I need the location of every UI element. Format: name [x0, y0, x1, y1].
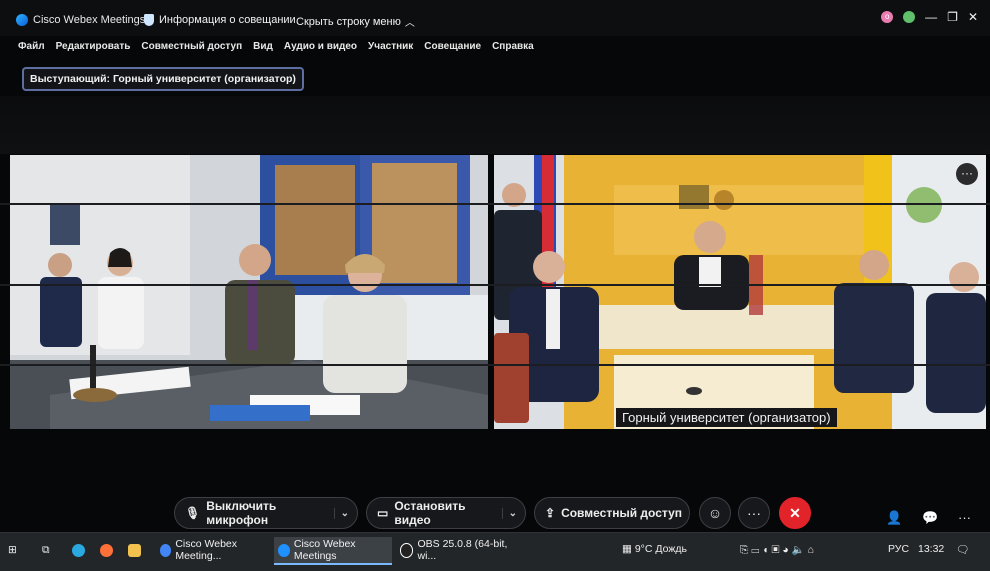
taskbar-item-chrome[interactable]: Cisco Webex Meeting... — [156, 537, 272, 563]
weather-icon: ▦ — [622, 543, 635, 555]
obs-icon — [400, 542, 414, 558]
video-label: Остановить видео — [394, 499, 466, 527]
chevron-down-icon[interactable]: ⌄ — [333, 507, 349, 519]
mute-label: Выключить микрофон — [206, 499, 277, 527]
hide-menu-button[interactable]: Скрыть строку меню ︿ — [296, 14, 415, 30]
mute-button[interactable]: 🎙 Выключить микрофон ⌄ — [174, 497, 358, 529]
menu-participant[interactable]: Участник — [368, 41, 413, 52]
taskbar-item-label: Cisco Webex Meeting... — [175, 538, 238, 562]
menu-file[interactable]: Файл — [18, 41, 45, 52]
scanline — [0, 284, 990, 286]
taskbar: ⊞ ⧉ Cisco Webex Meeting... Cisco Webex M… — [0, 532, 990, 571]
active-speaker-label: Выступающий: Горный университет (организ… — [22, 67, 304, 91]
menu-bar: Файл Редактировать Совместный доступ Вид… — [18, 41, 534, 52]
taskbar-item-obs[interactable]: OBS 25.0.8 (64-bit, wi... — [396, 537, 516, 563]
firefox-icon[interactable] — [100, 537, 113, 563]
reactions-button[interactable]: ☺ — [699, 497, 731, 529]
microphone-icon: 🎙 — [185, 506, 201, 520]
language-indicator[interactable]: РУС — [888, 543, 909, 555]
menu-share[interactable]: Совместный доступ — [141, 41, 242, 52]
share-label: Совместный доступ — [561, 506, 682, 520]
menu-view[interactable]: Вид — [253, 41, 273, 52]
restore-icon[interactable]: ❐ — [947, 10, 958, 24]
chevron-up-icon: ︿ — [404, 18, 415, 29]
more-options-button[interactable]: ··· — [738, 497, 770, 529]
participant-name-label: Горный университет (организатор) — [616, 408, 837, 427]
chat-icon[interactable]: 💬 — [922, 510, 938, 526]
meeting-info-label: Информация о совещании — [159, 14, 296, 26]
video-tile-left[interactable] — [10, 155, 488, 429]
notifications-icon[interactable]: 🗨 — [956, 543, 969, 556]
menu-help[interactable]: Справка — [492, 41, 534, 52]
share-icon: ⇪ — [545, 506, 556, 520]
weather-text: 9°C Дождь — [634, 543, 687, 555]
minimize-icon[interactable]: — — [925, 10, 937, 24]
close-icon[interactable]: ✕ — [968, 10, 978, 24]
video-feed-right — [494, 155, 986, 429]
chevron-down-icon[interactable]: ⌄ — [501, 507, 517, 519]
more-icon[interactable]: ··· — [958, 510, 971, 525]
app-title: Cisco Webex Meetings — [16, 14, 145, 26]
share-button[interactable]: ⇪ Совместный доступ — [534, 497, 690, 529]
webex-icon — [278, 543, 290, 557]
meeting-info-button[interactable]: Информация о совещании — [144, 14, 296, 26]
menu-audio-video[interactable]: Аудио и видео — [284, 41, 357, 52]
emoji-icon: ☺ — [707, 505, 723, 521]
tile-more-button[interactable]: ··· — [956, 163, 978, 185]
title-bar: Cisco Webex Meetings Информация о совеща… — [0, 0, 990, 36]
tray-icons[interactable]: ⎘ ▭ ◖ ▣ ◕ 🔈 ⌂ — [740, 543, 814, 557]
task-view-icon[interactable]: ⧉ — [42, 537, 50, 563]
webex-logo-icon — [16, 14, 28, 26]
taskbar-item-label: OBS 25.0.8 (64-bit, wi... — [417, 538, 508, 562]
video-tile-right[interactable]: ··· Горный университет (организатор) — [494, 155, 986, 429]
chrome-icon — [160, 543, 172, 557]
taskbar-item-label: Cisco Webex Meetings — [293, 538, 356, 562]
camera-icon: ▭ — [377, 506, 389, 520]
shield-icon — [144, 14, 154, 26]
scanline — [0, 364, 990, 366]
stage-background — [0, 96, 990, 154]
taskbar-item-webex[interactable]: Cisco Webex Meetings — [274, 537, 392, 565]
end-meeting-button[interactable]: ✕ — [779, 497, 811, 529]
menu-edit[interactable]: Редактировать — [56, 41, 131, 52]
start-icon[interactable]: ⊞ — [8, 537, 17, 563]
app-name: Cisco Webex Meetings — [33, 14, 146, 26]
weather-widget[interactable]: ▦ 9°C Дождь — [622, 543, 687, 555]
signal-icon[interactable] — [903, 11, 916, 23]
scanline — [0, 203, 990, 205]
meeting-controls: 🎙 Выключить микрофон ⌄ ▭ Остановить виде… — [0, 497, 990, 533]
menu-meeting[interactable]: Совещание — [424, 41, 481, 52]
folder-icon[interactable] — [128, 537, 141, 563]
avatar[interactable]: о — [881, 11, 894, 23]
video-button[interactable]: ▭ Остановить видео ⌄ — [366, 497, 526, 529]
window-controls: о — ❐ ✕ — [881, 10, 978, 24]
hide-menu-label: Скрыть строку меню — [296, 15, 401, 28]
edge-icon[interactable] — [72, 537, 85, 563]
participants-icon[interactable]: 👤 — [886, 510, 902, 526]
clock[interactable]: 13:32 — [918, 543, 944, 555]
video-feed-left — [10, 155, 488, 429]
